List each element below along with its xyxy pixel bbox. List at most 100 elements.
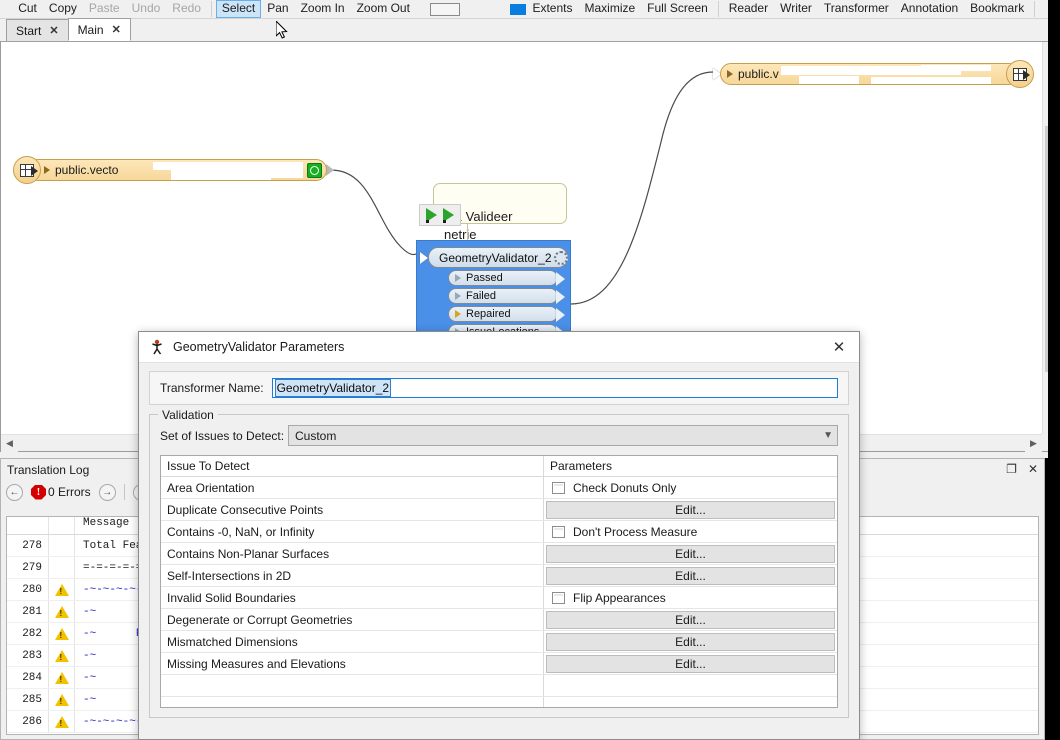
set-of-issues-dropdown[interactable]: Custom ▼	[288, 425, 838, 446]
run-from-here-icon[interactable]	[426, 208, 437, 223]
issue-row[interactable]: Mismatched Dimensions Edit...	[161, 631, 837, 653]
main-toolbar: Cut Copy Paste Undo Redo Select Pan Zoom…	[0, 0, 1060, 18]
validation-group-legend: Validation	[158, 408, 218, 422]
expand-triangle-icon[interactable]	[727, 70, 733, 78]
run-to-here-icon[interactable]	[443, 208, 454, 223]
issue-row[interactable]: Degenerate or Corrupt Geometries Edit...	[161, 609, 837, 631]
chevron-down-icon: ▼	[823, 430, 833, 441]
expand-triangle-icon[interactable]	[44, 166, 50, 174]
log-row-number: 279	[7, 557, 49, 578]
toolbar-divider-3	[1034, 1, 1036, 17]
issue-name: Mismatched Dimensions	[161, 631, 544, 652]
toolbar-undo-button: Undo	[131, 1, 161, 15]
issue-row[interactable]: Contains Non-Planar Surfaces Edit...	[161, 543, 837, 565]
issue-parameter-cell: Edit...	[544, 565, 837, 586]
translation-log-title: Translation Log	[7, 462, 90, 477]
scroll-right-arrow-icon[interactable]: ▶	[1025, 435, 1042, 452]
port-output-nub	[556, 272, 565, 286]
parameter-checkbox-group[interactable]: Flip Appearances	[546, 591, 666, 605]
port-repaired[interactable]: Repaired	[448, 306, 565, 322]
toolbar-pan-mode-button[interactable]: Pan	[261, 0, 294, 18]
annotation-toolbar[interactable]	[419, 204, 461, 226]
close-icon[interactable]: ✕	[1028, 462, 1038, 476]
issues-table[interactable]: Issue To Detect Parameters Area Orientat…	[160, 455, 838, 708]
log-row-number: 281	[7, 601, 49, 622]
toolbar-zoom-out-button[interactable]: Zoom Out	[351, 0, 416, 18]
edit-button[interactable]: Edit...	[546, 654, 835, 673]
geometryvalidator-parameters-dialog: GeometryValidator Parameters ✕ Transform…	[138, 331, 860, 740]
port-triangle-icon	[455, 310, 461, 318]
toolbar-zoom-level-box[interactable]	[429, 2, 460, 16]
checkbox-icon[interactable]	[552, 591, 565, 604]
toolbar-zoom-in-button[interactable]: Zoom In	[295, 0, 351, 18]
close-icon[interactable]: ✕	[49, 24, 58, 37]
gear-icon[interactable]	[553, 250, 568, 265]
dialog-title-bar: GeometryValidator Parameters ✕	[139, 332, 859, 363]
parameter-checkbox-group[interactable]: Don't Process Measure	[546, 525, 697, 539]
toolbar-paste-button: Paste	[88, 1, 120, 15]
edit-button[interactable]: Edit...	[546, 500, 835, 519]
port-label: Passed	[466, 272, 503, 284]
close-icon[interactable]: ✕	[112, 23, 121, 36]
log-row-message: -~	[83, 693, 97, 706]
log-back-button[interactable]: ←	[6, 483, 23, 501]
reader-node[interactable]: public.vecto	[13, 156, 334, 184]
toolbar-bookmark-button[interactable]: Bookmark	[964, 0, 1030, 18]
issue-row[interactable]: Missing Measures and Elevations Edit...	[161, 653, 837, 675]
writer-node[interactable]: public.v	[713, 60, 1034, 88]
toolbar-transformer-button[interactable]: Transformer	[818, 0, 895, 18]
toolbar-maximize-button[interactable]: Maximize	[578, 0, 641, 18]
transformer-name-input[interactable]: GeometryValidator_2	[271, 378, 838, 398]
log-forward-button[interactable]: →	[98, 483, 116, 501]
checkbox-label: Check Donuts Only	[573, 480, 677, 495]
transformer-name-label: GeometryValidator_2	[439, 250, 552, 265]
log-header-message: Message	[83, 517, 130, 529]
port-passed[interactable]: Passed	[448, 270, 565, 286]
issue-row[interactable]: Contains -0, NaN, or Infinity Don't Proce…	[161, 521, 837, 543]
gear-icon[interactable]	[290, 163, 303, 177]
log-row-number: 280	[7, 579, 49, 600]
log-row-message: -~	[83, 605, 97, 618]
toolbar-copy-button[interactable]: Copy	[43, 0, 83, 18]
toolbar-redo-button: Redo	[172, 1, 201, 15]
toolbar-select-mode-button[interactable]: Select	[215, 0, 262, 18]
issue-row[interactable]: Area Orientation Check Donuts Only	[161, 477, 837, 499]
checkbox-icon[interactable]	[552, 525, 565, 538]
toolbar-run-button[interactable]	[509, 3, 527, 15]
search-icon[interactable]	[307, 162, 322, 178]
checkbox-icon[interactable]	[552, 481, 565, 494]
edit-button[interactable]: Edit...	[546, 544, 835, 563]
edit-button[interactable]: Edit...	[546, 610, 835, 629]
issue-row[interactable]: Duplicate Consecutive Points Edit...	[161, 499, 837, 521]
toolbar-cut-button[interactable]: Cut	[12, 0, 43, 18]
issue-row[interactable]: Self-Intersections in 2D Edit...	[161, 565, 837, 587]
log-row-icon-empty	[49, 535, 75, 556]
float-panel-icon[interactable]: ❐	[1006, 462, 1017, 476]
toolbar-full-screen-button[interactable]: Full Screen	[641, 0, 714, 18]
toolbar-reader-button[interactable]: Reader	[723, 0, 774, 18]
tab-start[interactable]: Start ✕	[6, 19, 69, 41]
edit-button[interactable]: Edit...	[546, 566, 835, 585]
issue-name: Self-Intersections in 2D	[161, 565, 544, 586]
transformer-header[interactable]: GeometryValidator_2	[420, 247, 568, 268]
writer-node-label: public.v	[738, 67, 779, 81]
issue-parameter-cell: Edit...	[544, 609, 837, 630]
dialog-title: GeometryValidator Parameters	[173, 340, 345, 354]
tab-main[interactable]: Main ✕	[67, 18, 131, 41]
port-failed[interactable]: Failed	[448, 288, 565, 304]
edit-button[interactable]: Edit...	[546, 632, 835, 651]
toolbar-annotation-button[interactable]: Annotation	[895, 0, 964, 18]
toolbar-extents-button[interactable]: Extents	[526, 0, 578, 18]
parameter-checkbox-group[interactable]: Check Donuts Only	[546, 481, 676, 495]
toolbar-writer-button[interactable]: Writer	[774, 0, 818, 18]
scroll-left-arrow-icon[interactable]: ◀	[1, 435, 18, 452]
issue-row[interactable]: Invalid Solid Boundaries Flip Appearances	[161, 587, 837, 609]
issue-parameter-cell: Edit...	[544, 653, 837, 674]
checkbox-label: Don't Process Measure	[573, 524, 698, 539]
validation-group: Validation Set of Issues to Detect: Cust…	[149, 408, 849, 718]
dialog-body: Transformer Name: GeometryValidator_2 Va…	[139, 363, 859, 718]
dialog-close-button[interactable]: ✕	[825, 336, 853, 358]
error-count-badge[interactable]: ! 0 Errors	[31, 484, 91, 500]
issue-name: Degenerate or Corrupt Geometries	[161, 609, 544, 630]
set-of-issues-label: Set of Issues to Detect:	[160, 428, 285, 443]
